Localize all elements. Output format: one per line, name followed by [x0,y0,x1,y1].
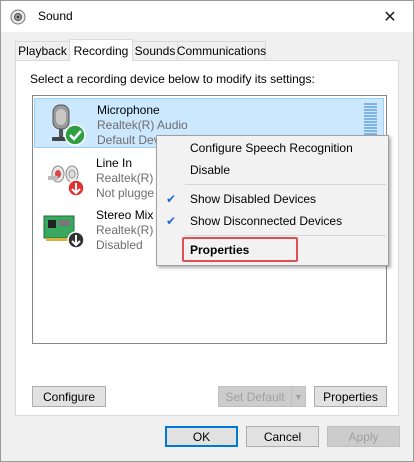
highlight-box [182,237,298,262]
line-in-jack-icon [48,165,85,197]
menu-item-show-disconnected[interactable]: Show Disconnected Devices [190,214,342,228]
check-icon: ✔ [166,192,177,206]
menu-item-disable[interactable]: Disable [190,163,230,177]
properties-button[interactable]: Properties [314,386,387,407]
tab-recording[interactable]: Recording [69,39,133,61]
menu-item-configure-speech[interactable]: Configure Speech Recognition [190,141,353,155]
device-driver: Realtek(R) A [96,223,165,237]
chevron-down-icon: ▼ [294,391,303,402]
instruction-text: Select a recording device below to modif… [30,72,315,86]
window-title: Sound [38,9,73,23]
menu-separator [185,184,386,185]
device-driver: Realtek(R) Audio [97,118,188,132]
ok-button[interactable]: OK [165,426,238,447]
menu-separator [185,235,386,236]
microphone-icon [52,104,86,146]
device-status: Default Devi [97,133,163,147]
device-name: Stereo Mix [96,208,154,222]
device-status: Disabled [96,238,143,252]
apply-button: Apply [327,426,400,447]
check-icon: ✔ [166,214,177,228]
set-default-button: Set Default [218,386,292,407]
device-status: Not plugge [96,186,155,200]
configure-button[interactable]: Configure [32,386,106,407]
tab-sounds[interactable]: Sounds [132,41,178,60]
close-button[interactable]: ✕ [367,1,413,32]
device-name: Line In [96,156,133,170]
default-check-icon [64,124,86,146]
sound-card-icon [43,215,85,249]
device-driver: Realtek(R) A [96,171,165,185]
cancel-button[interactable]: Cancel [246,426,319,447]
tab-communications[interactable]: Communications [177,41,266,60]
menu-item-show-disabled[interactable]: Show Disabled Devices [190,192,316,206]
speaker-icon [10,9,26,25]
close-icon: ✕ [383,8,397,26]
tab-playback[interactable]: Playback [15,41,70,60]
set-default-dropdown: ▼ [291,386,306,407]
title-bar: Sound ✕ [1,1,413,32]
device-name: Microphone [97,103,160,117]
